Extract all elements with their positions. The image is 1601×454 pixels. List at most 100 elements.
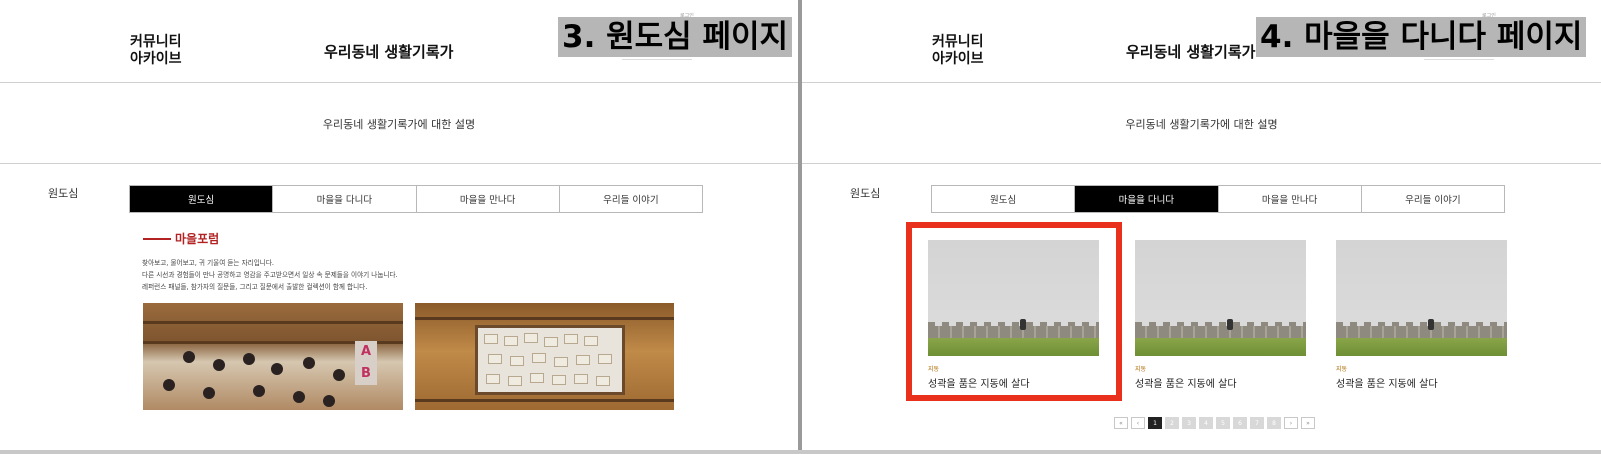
thumbnail-grass [1336, 338, 1507, 356]
thumbnail-walker [1227, 319, 1233, 330]
logo-line-2: 아카이브 [932, 51, 984, 67]
note-card [552, 375, 566, 385]
thumbnail-fortress-wall [1135, 322, 1306, 338]
note-card [510, 356, 524, 366]
page-button-4[interactable]: 4 [1199, 417, 1213, 429]
page-button-6[interactable]: 6 [1233, 417, 1247, 429]
note-card [530, 373, 544, 383]
page-button-2[interactable]: 2 [1165, 417, 1179, 429]
highlight-box [906, 222, 1122, 401]
photo-person [183, 351, 195, 363]
tab-downtown[interactable]: 원도심 [130, 186, 274, 212]
note-card [484, 334, 498, 344]
first-page-button[interactable]: « [1114, 417, 1128, 429]
village-card[interactable]: 지동 성곽을 품은 지동에 살다 [1135, 240, 1306, 390]
note-card [554, 357, 568, 367]
logo-line-1: 커뮤니티 [130, 34, 182, 50]
note-card [544, 337, 558, 347]
photo-person [213, 359, 225, 371]
side-category-label: 원도심 [850, 187, 881, 200]
photo-shelf [415, 399, 674, 402]
annotation-banner-4: 4. 마을을 다니다 페이지 [1256, 17, 1587, 57]
card-thumbnail-fortress[interactable] [1135, 240, 1306, 356]
photo-person [163, 379, 175, 391]
page-button-3[interactable]: 3 [1182, 417, 1196, 429]
tab-walk-village[interactable]: 마을을 다니다 [1075, 186, 1219, 212]
forum-line-1: 찾아보고, 물어보고, 귀 기울여 듣는 자리입니다. [142, 259, 275, 267]
tab-bar: 원도심 마을을 다니다 마을을 만나다 우리들 이야기 [129, 185, 703, 213]
note-card [504, 336, 518, 346]
tab-meet-village[interactable]: 마을을 만나다 [416, 186, 560, 212]
photo-person [303, 357, 315, 369]
next-page-button[interactable]: › [1284, 417, 1298, 429]
site-title[interactable]: 우리동네 생활기록가 [1126, 41, 1255, 62]
forum-heading: 마을포럼 [143, 230, 219, 247]
note-card [564, 334, 578, 344]
note-card [488, 354, 502, 364]
note-card [524, 333, 538, 343]
tab-meet-village[interactable]: 마을을 만나다 [1218, 186, 1362, 212]
photo-shelf [143, 321, 403, 324]
forum-description: 찾아보고, 물어보고, 귀 기울여 듣는 자리입니다. 다른 시선과 경험들이 … [142, 257, 398, 293]
photo-note-board [475, 325, 625, 395]
forum-photo-board [415, 303, 674, 410]
thumbnail-walker [1428, 319, 1434, 330]
note-card [596, 376, 610, 386]
bottom-border [0, 450, 1601, 454]
page-button-8[interactable]: 8 [1267, 417, 1281, 429]
forum-photo-audience: AB [143, 303, 403, 410]
thumbnail-fortress-wall [1336, 322, 1507, 338]
note-card [508, 376, 522, 386]
card-title[interactable]: 성곽을 품은 지동에 살다 [1135, 375, 1306, 390]
photo-person [271, 363, 283, 375]
site-title[interactable]: 우리동네 생활기록가 [324, 41, 453, 62]
photo-person [323, 395, 335, 407]
header-divider [0, 82, 798, 83]
annotation-banner-3: 3. 원도심 페이지 [558, 17, 793, 57]
note-card [486, 374, 500, 384]
photo-ab-sign: AB [355, 341, 377, 385]
last-page-button[interactable]: » [1301, 417, 1315, 429]
forum-line-2: 다른 시선과 경험들이 만나 공명하고 영감을 주고받으면서 일상 속 문제들을… [142, 271, 398, 279]
site-logo[interactable]: 커뮤니티 아카이브 [130, 34, 182, 68]
photo-person [243, 353, 255, 365]
card-title[interactable]: 성곽을 품은 지동에 살다 [1336, 375, 1507, 390]
site-logo[interactable]: 커뮤니티 아카이브 [932, 34, 984, 68]
note-card [584, 336, 598, 346]
prev-page-button[interactable]: ‹ [1131, 417, 1145, 429]
comparison-stage: 커뮤니티 아카이브 우리동네 생활기록가 검색 로그인 우리동네 생활기록가에 … [0, 0, 1601, 454]
section-divider [0, 163, 798, 164]
note-card [598, 354, 612, 364]
photo-person [293, 391, 305, 403]
tab-downtown[interactable]: 원도심 [932, 186, 1076, 212]
pagination: « ‹ 1 2 3 4 5 6 7 8 › » [1114, 417, 1315, 429]
photo-shelf [415, 317, 674, 320]
forum-heading-text: 마을포럼 [175, 232, 220, 246]
header-divider [802, 82, 1601, 83]
note-card [574, 374, 588, 384]
forum-line-3: 레퍼런스 패널들, 참가자의 질문들, 그리고 질문에서 출발한 컬렉션이 함께… [142, 283, 368, 291]
card-category: 지동 [1336, 366, 1348, 373]
forum-heading-bar [143, 237, 171, 240]
page-button-1[interactable]: 1 [1148, 417, 1162, 429]
note-card [576, 355, 590, 365]
tab-our-stories[interactable]: 우리들 이야기 [1361, 186, 1504, 212]
note-card [532, 353, 546, 363]
photo-person [253, 385, 265, 397]
page-description: 우리동네 생활기록가에 대한 설명 [1125, 118, 1278, 131]
card-category: 지동 [1135, 366, 1147, 373]
photo-person [333, 369, 345, 381]
side-category-label: 원도심 [48, 187, 79, 200]
logo-line-2: 아카이브 [130, 51, 182, 67]
tab-our-stories[interactable]: 우리들 이야기 [559, 186, 702, 212]
logo-line-1: 커뮤니티 [932, 34, 984, 50]
thumbnail-grass [1135, 338, 1306, 356]
panel-downtown-page: 커뮤니티 아카이브 우리동네 생활기록가 검색 로그인 우리동네 생활기록가에 … [0, 0, 798, 450]
section-divider [802, 163, 1601, 164]
tab-bar: 원도심 마을을 다니다 마을을 만나다 우리들 이야기 [931, 185, 1505, 213]
village-card[interactable]: 지동 성곽을 품은 지동에 살다 [1336, 240, 1507, 390]
page-button-5[interactable]: 5 [1216, 417, 1230, 429]
card-thumbnail-fortress[interactable] [1336, 240, 1507, 356]
tab-walk-village[interactable]: 마을을 다니다 [273, 186, 417, 212]
page-button-7[interactable]: 7 [1250, 417, 1264, 429]
